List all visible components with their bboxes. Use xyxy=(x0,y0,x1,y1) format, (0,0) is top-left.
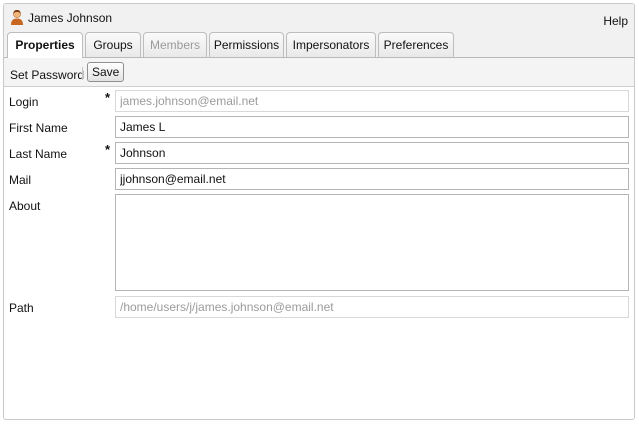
toolbar: Set Password Save xyxy=(4,58,634,87)
last-name-field[interactable] xyxy=(115,142,629,164)
path-label: Path xyxy=(9,301,34,315)
tab-members: Members xyxy=(143,32,207,57)
title-bar: James Johnson Help xyxy=(4,4,634,30)
tab-bar: Properties Groups Members Permissions Im… xyxy=(4,30,634,58)
first-name-label: First Name xyxy=(9,121,68,135)
mail-field[interactable] xyxy=(115,168,629,190)
login-field[interactable] xyxy=(115,90,629,112)
tab-preferences[interactable]: Preferences xyxy=(378,32,454,57)
user-properties-window: James Johnson Help Properties Groups Mem… xyxy=(3,3,635,420)
tab-permissions[interactable]: Permissions xyxy=(209,32,284,57)
about-label: About xyxy=(9,199,41,213)
login-label: Login xyxy=(9,95,39,109)
window-title: James Johnson xyxy=(28,11,113,25)
last-name-required-marker: * xyxy=(105,142,111,157)
toolbar-separator xyxy=(82,67,83,80)
first-name-field[interactable] xyxy=(115,116,629,138)
path-field[interactable] xyxy=(115,296,629,318)
save-button[interactable]: Save xyxy=(87,62,125,82)
last-name-label: Last Name xyxy=(9,147,68,161)
tab-impersonators[interactable]: Impersonators xyxy=(286,32,376,57)
tab-properties[interactable]: Properties xyxy=(7,32,83,58)
help-link[interactable]: Help xyxy=(603,14,628,28)
tab-groups[interactable]: Groups xyxy=(85,32,141,57)
set-password-button[interactable]: Set Password xyxy=(10,68,84,82)
mail-label: Mail xyxy=(9,173,32,187)
user-icon xyxy=(10,9,24,25)
login-required-marker: * xyxy=(105,90,111,105)
about-textarea[interactable] xyxy=(115,194,629,291)
